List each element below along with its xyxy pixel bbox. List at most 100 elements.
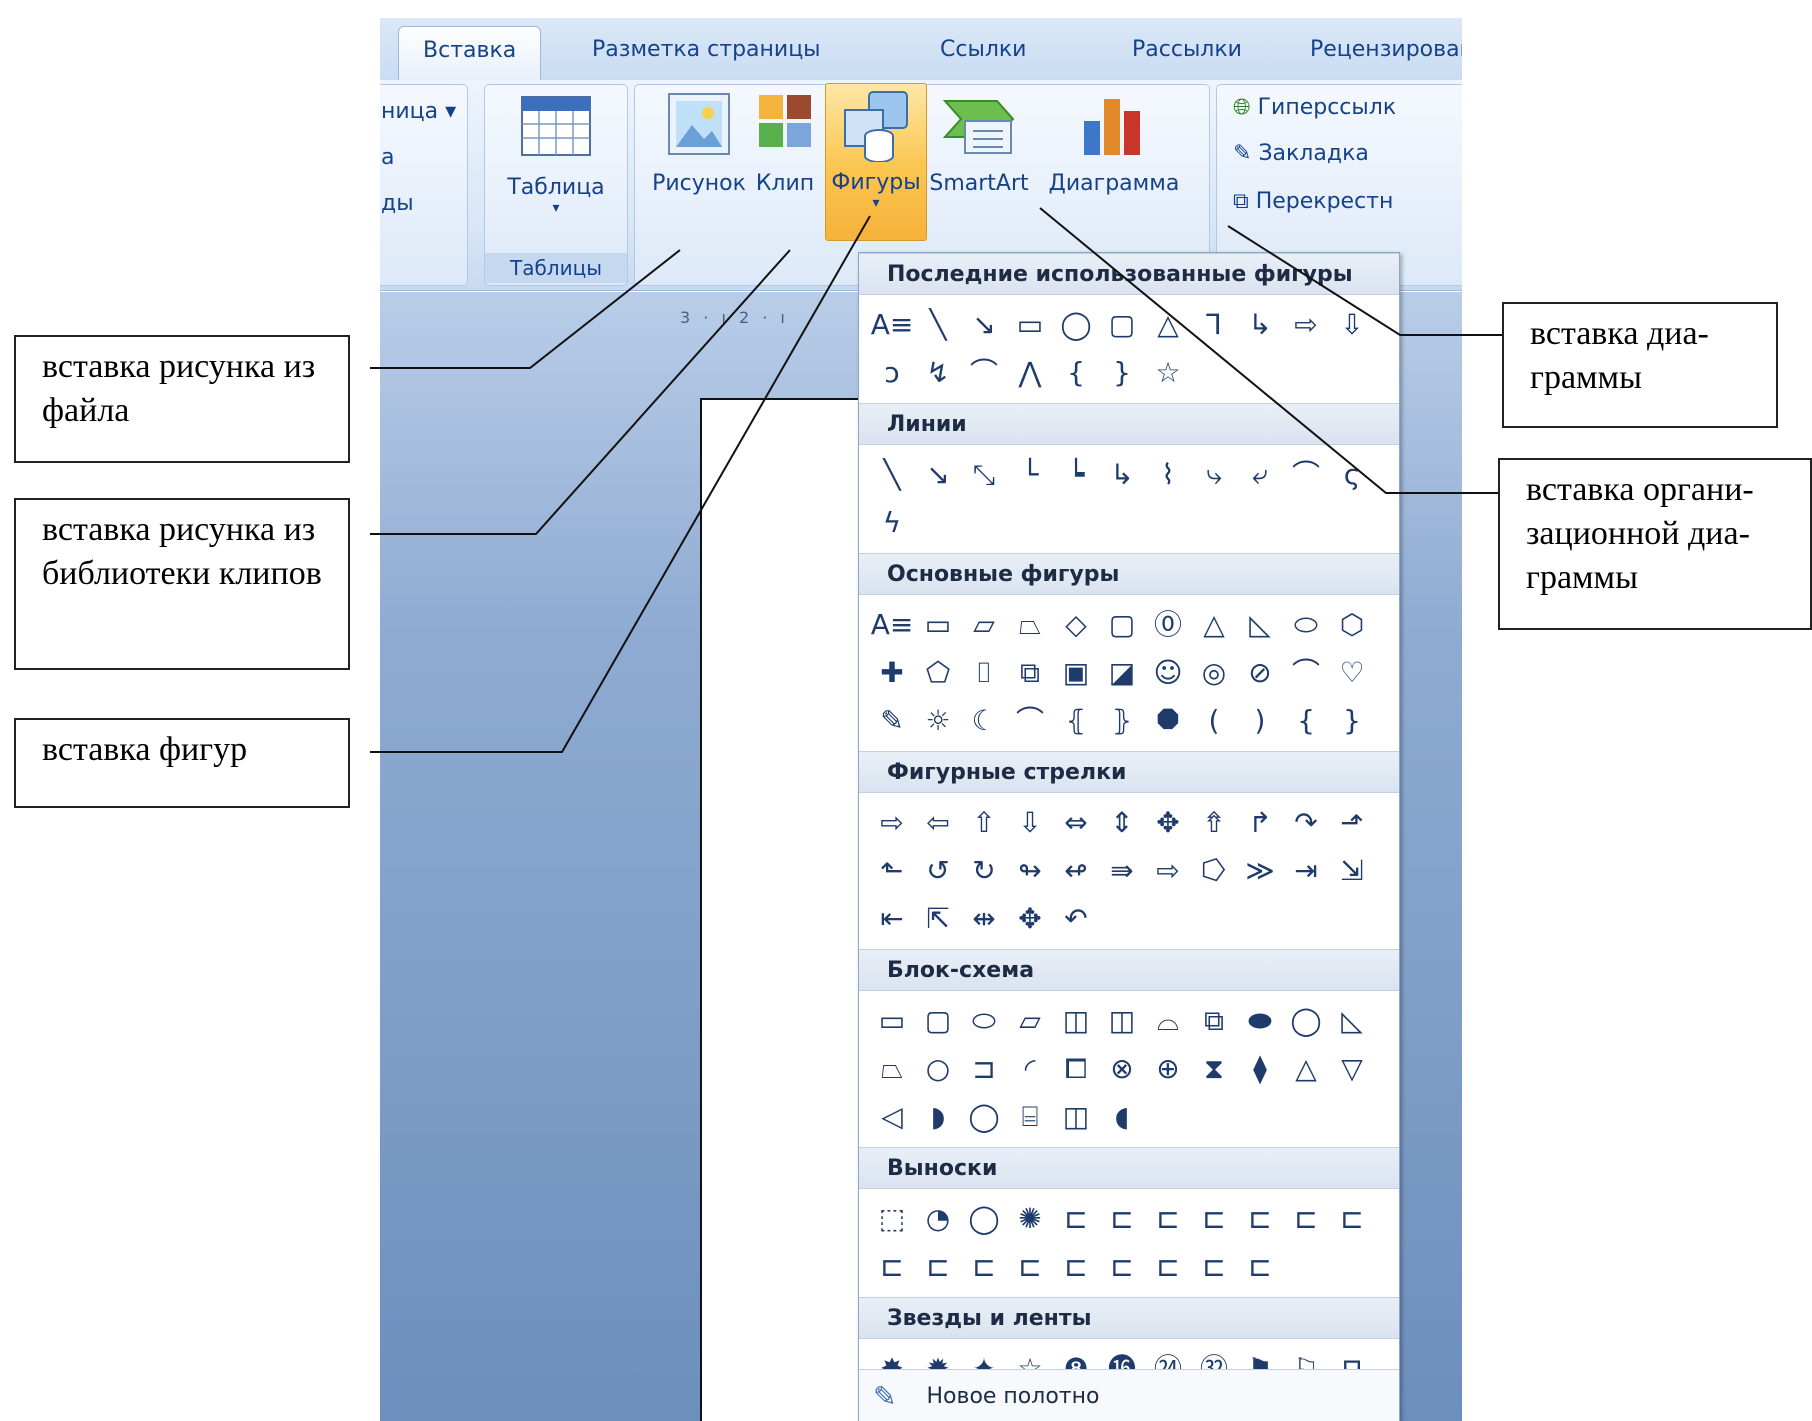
shape-item-icon[interactable]: ◺	[1332, 1001, 1372, 1041]
shape-item-icon[interactable]: ▽	[1332, 1049, 1372, 1089]
shape-item-icon[interactable]: △	[1194, 605, 1234, 645]
tab-review[interactable]: Рецензировани	[1310, 26, 1462, 74]
shape-item-icon[interactable]: ▢	[1102, 305, 1142, 345]
shape-item-icon[interactable]: ⬬	[1240, 1001, 1280, 1041]
shape-item-icon[interactable]: ⌒	[1286, 653, 1326, 693]
shape-item-icon[interactable]: ⊏	[1332, 1199, 1372, 1239]
shape-item-icon[interactable]: ⊗	[1102, 1049, 1142, 1089]
shape-item-icon[interactable]: ⊏	[1240, 1199, 1280, 1239]
shape-item-icon[interactable]: ⯃	[1148, 701, 1188, 741]
shape-item-icon[interactable]: ⇨	[1148, 851, 1188, 891]
shape-item-icon[interactable]: ☺	[1148, 653, 1188, 693]
shape-item-icon[interactable]: ⊏	[1056, 1247, 1096, 1287]
shape-item-icon[interactable]: ◪	[1102, 653, 1142, 693]
shape-item-icon[interactable]: ⧠	[1056, 1049, 1096, 1089]
shape-item-icon[interactable]: △	[1286, 1049, 1326, 1089]
shape-item-icon[interactable]: └	[1010, 455, 1050, 495]
shape-item-icon[interactable]: ⇮	[1194, 803, 1234, 843]
shape-item-icon[interactable]: ◗	[918, 1097, 958, 1137]
shape-item-icon[interactable]: ⊏	[1102, 1199, 1142, 1239]
shape-item-icon[interactable]: A≡	[871, 305, 914, 345]
shape-item-icon[interactable]: ⌸	[1010, 1097, 1050, 1137]
shape-item-icon[interactable]: ↳	[1102, 455, 1142, 495]
shape-item-icon[interactable]: ⧉	[1194, 1001, 1234, 1041]
table-button[interactable]: Таблица ▾	[503, 95, 609, 216]
shape-item-icon[interactable]: ⌓	[1148, 1001, 1188, 1041]
shape-item-icon[interactable]: ⊘	[1240, 653, 1280, 693]
shape-item-icon[interactable]: ⅂	[1194, 305, 1234, 345]
shape-item-icon[interactable]: ϟ	[872, 503, 912, 543]
shape-item-icon[interactable]: ↬	[1010, 851, 1050, 891]
shape-item-icon[interactable]: ⌷	[964, 653, 1004, 693]
shape-item-icon[interactable]: ⌒	[1010, 701, 1050, 741]
shape-item-icon[interactable]: ⤶	[1240, 455, 1280, 495]
shape-item-icon[interactable]: ✚	[872, 653, 912, 693]
shape-item-icon[interactable]: ╲	[872, 455, 912, 495]
shape-item-icon[interactable]: ⌇	[1148, 455, 1188, 495]
shape-item-icon[interactable]: ⇔	[1056, 803, 1096, 843]
shape-item-icon[interactable]: ⧉	[1010, 653, 1050, 693]
shape-item-icon[interactable]: ◫	[1102, 1001, 1142, 1041]
shape-item-icon[interactable]: ⇛	[1102, 851, 1142, 891]
shape-item-icon[interactable]: ↘	[964, 305, 1004, 345]
shape-item-icon[interactable]: ⊏	[1102, 1247, 1142, 1287]
shape-item-icon[interactable]: )	[1240, 701, 1280, 741]
tab-insert[interactable]: Вставка	[398, 26, 542, 81]
shape-item-icon[interactable]: △	[1148, 305, 1188, 345]
shape-item-icon[interactable]: ⬭	[964, 1001, 1004, 1041]
shape-item-icon[interactable]: ▣	[1056, 653, 1096, 693]
shape-item-icon[interactable]: ↷	[1286, 803, 1326, 843]
shape-item-icon[interactable]: ⊏	[1148, 1247, 1188, 1287]
shape-item-icon[interactable]: ↻	[964, 851, 1004, 891]
shape-item-icon[interactable]: ▢	[918, 1001, 958, 1041]
shape-item-icon[interactable]: ⇩	[1010, 803, 1050, 843]
shape-item-icon[interactable]: ✥	[1148, 803, 1188, 843]
shape-item-icon[interactable]: ⤡	[964, 455, 1004, 495]
shape-item-icon[interactable]: ⌒	[1286, 455, 1326, 495]
shape-item-icon[interactable]: ⋀	[1010, 353, 1050, 393]
shape-item-icon[interactable]: ◺	[1240, 605, 1280, 645]
shape-item-icon[interactable]: ✺	[1010, 1199, 1050, 1239]
shape-item-icon[interactable]: ⊏	[1240, 1247, 1280, 1287]
shape-item-icon[interactable]: ⇕	[1102, 803, 1142, 843]
shape-item-icon[interactable]: ⊏	[918, 1247, 958, 1287]
picture-button[interactable]: Рисунок	[647, 91, 751, 196]
shape-item-icon[interactable]: ◎	[1194, 653, 1234, 693]
shape-item-icon[interactable]: ⦄	[1102, 701, 1142, 741]
shape-item-icon[interactable]: ↘	[918, 455, 958, 495]
shape-item-icon[interactable]: ☆	[1148, 353, 1188, 393]
shape-item-icon[interactable]: ○	[918, 1049, 958, 1089]
shape-item-icon[interactable]: ↱	[1240, 803, 1280, 843]
shape-item-icon[interactable]: ⬑	[872, 851, 912, 891]
hyperlink-button[interactable]: 🌐︎ Гиперссылк	[1233, 95, 1396, 120]
shape-item-icon[interactable]: ⤷	[1194, 455, 1234, 495]
tab-page-layout[interactable]: Разметка страницы	[592, 26, 821, 74]
shapes-button[interactable]: Фигуры ▾	[825, 83, 927, 241]
shape-item-icon[interactable]: ◫	[1056, 1097, 1096, 1137]
shape-item-icon[interactable]: ☾	[964, 701, 1004, 741]
shape-item-icon[interactable]: ☼	[918, 701, 958, 741]
shape-item-icon[interactable]: ◇	[1056, 605, 1096, 645]
shape-item-icon[interactable]: ⊏	[1010, 1247, 1050, 1287]
shape-item-icon[interactable]: ↳	[1240, 305, 1280, 345]
shape-item-icon[interactable]: ⓪	[1148, 605, 1188, 645]
shape-item-icon[interactable]: {	[1056, 353, 1096, 393]
shape-item-icon[interactable]: ⊏	[1056, 1199, 1096, 1239]
shape-item-icon[interactable]: ⭔	[1194, 851, 1234, 891]
shape-item-icon[interactable]: ⏢	[872, 1049, 912, 1089]
shape-item-icon[interactable]: ς	[1332, 455, 1372, 495]
shape-item-icon[interactable]: ⧗	[1194, 1049, 1234, 1089]
shape-item-icon[interactable]: ↫	[1056, 851, 1096, 891]
shape-item-icon[interactable]: ↺	[918, 851, 958, 891]
shape-item-icon[interactable]: {	[1286, 701, 1326, 741]
shape-item-icon[interactable]: ⇲	[1332, 851, 1372, 891]
shape-item-icon[interactable]: ◯	[1056, 305, 1096, 345]
shape-item-icon[interactable]: ✎	[872, 701, 912, 741]
shape-item-icon[interactable]: ⇥	[1286, 851, 1326, 891]
cross-reference-button[interactable]: ⧉ Перекрестн	[1233, 189, 1393, 214]
tab-mailings[interactable]: Рассылки	[1132, 26, 1242, 74]
shape-item-icon[interactable]: ⬠	[918, 653, 958, 693]
shape-item-icon[interactable]: ⇹	[964, 899, 1004, 939]
shape-item-icon[interactable]: ⇧	[964, 803, 1004, 843]
shape-item-icon[interactable]: ▢	[1102, 605, 1142, 645]
